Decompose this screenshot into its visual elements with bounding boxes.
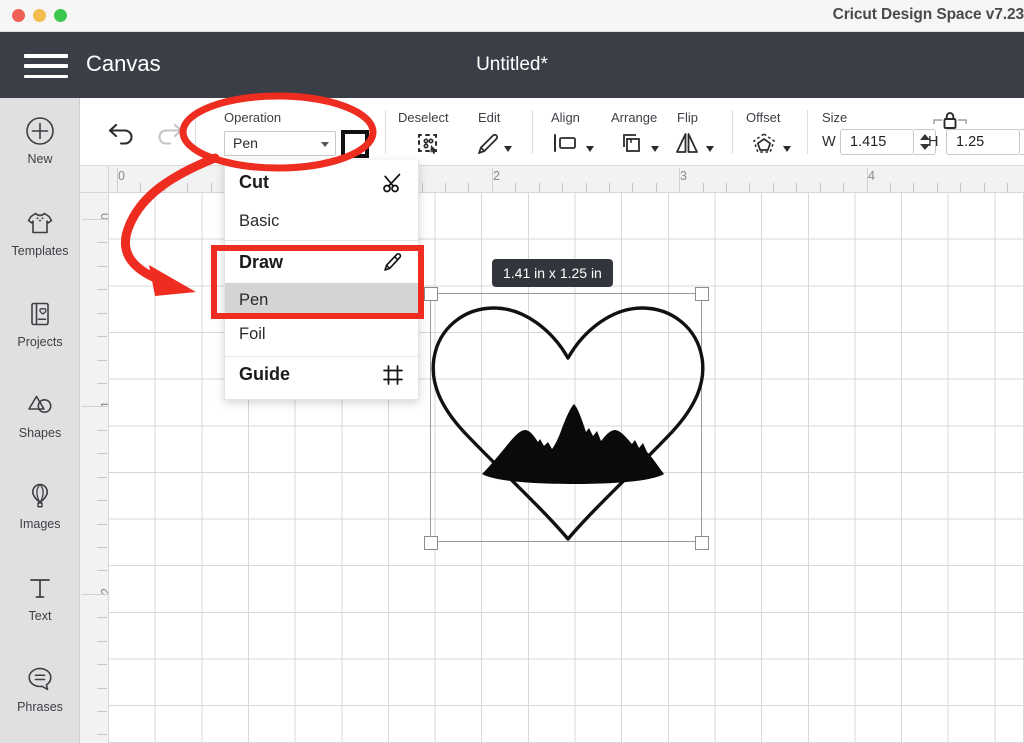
toolbar-divider [532, 110, 533, 154]
sidebar-label-text: Text [28, 609, 52, 623]
plus-circle-icon [25, 114, 55, 148]
annotation-highlight-box [211, 245, 424, 319]
menu-item-foil[interactable]: Foil [225, 317, 420, 351]
sidebar-label-shapes: Shapes [18, 426, 62, 440]
sidebar-label-phrases: Phrases [17, 700, 63, 714]
sidebar-item-projects[interactable]: Projects [0, 297, 80, 359]
hruler-label-4: 4 [868, 169, 875, 183]
sidebar-item-new[interactable]: New [0, 114, 80, 176]
app-title: Cricut Design Space v7.23 [832, 6, 1024, 23]
sidebar-item-shapes[interactable]: Shapes [0, 388, 80, 450]
width-label: W [822, 134, 836, 150]
tshirt-icon [25, 206, 55, 240]
height-input[interactable]: 1.25 [946, 129, 1020, 155]
hruler-label-3: 3 [680, 169, 687, 183]
heart-with-mountains-design[interactable] [424, 296, 712, 546]
redo-arrow-icon[interactable] [152, 120, 186, 151]
top-toolbar: Operation Pen Deselect Edit Align Arrang… [80, 98, 1024, 166]
scissors-icon [382, 172, 404, 199]
close-button[interactable] [12, 9, 25, 22]
arrange-chevron-down-icon[interactable] [651, 146, 659, 152]
sidebar-label-templates: Templates [11, 244, 69, 258]
app-header: Canvas Untitled* [0, 32, 1024, 98]
offset-label: Offset [746, 110, 781, 125]
operation-value: Pen [233, 135, 258, 151]
vertical-ruler: 0 1 2 [80, 193, 109, 743]
chevron-down-icon [321, 142, 329, 147]
left-sidebar: New Templates Projects Shapes Images Tex… [0, 98, 80, 743]
toolbar-divider [385, 110, 386, 154]
operation-color-swatch[interactable] [341, 130, 369, 158]
ruler-corner [80, 166, 109, 193]
operation-dropdown[interactable]: Pen [224, 131, 336, 156]
deselect-label: Deselect [398, 110, 449, 125]
menu-divider [225, 356, 420, 357]
arrange-label: Arrange [611, 110, 658, 125]
hot-air-balloon-icon [25, 479, 55, 513]
pencil-icon[interactable] [474, 130, 502, 163]
traffic-light-buttons [12, 9, 67, 22]
zoom-button[interactable] [54, 9, 67, 22]
align-icon[interactable] [552, 132, 582, 159]
minimize-button[interactable] [33, 9, 46, 22]
cricut-design-space-window: Cricut Design Space v7.23 Canvas Untitle… [0, 0, 1024, 743]
toolbar-divider [195, 110, 196, 154]
hruler-label-0: 0 [118, 169, 125, 183]
align-label: Align [551, 110, 580, 125]
arrange-layers-icon[interactable] [618, 129, 646, 162]
menu-divider [225, 240, 420, 241]
offset-chevron-down-icon[interactable] [783, 146, 791, 152]
edit-chevron-down-icon[interactable] [504, 146, 512, 152]
sidebar-label-new: New [27, 152, 53, 166]
sidebar-label-projects: Projects [17, 335, 63, 349]
text-t-icon [25, 571, 55, 605]
offset-pentagon-icon[interactable] [750, 129, 778, 162]
align-chevron-down-icon[interactable] [586, 146, 594, 152]
toolbar-divider [807, 110, 808, 154]
deselect-icon[interactable] [415, 130, 445, 165]
flip-label: Flip [677, 110, 698, 125]
sidebar-item-text[interactable]: Text [0, 571, 80, 633]
size-tooltip-badge: 1.41 in x 1.25 in [492, 259, 613, 287]
sidebar-label-images: Images [19, 517, 61, 531]
flip-horizontal-icon[interactable] [673, 129, 701, 162]
speech-bubble-icon [25, 662, 55, 696]
size-label: Size [822, 110, 848, 125]
window-title-bar: Cricut Design Space v7.23 [0, 0, 1024, 32]
operation-label: Operation [224, 110, 282, 125]
undo-arrow-icon[interactable] [105, 120, 139, 151]
height-stepper[interactable] [1020, 129, 1024, 155]
guide-frame-icon [382, 364, 404, 391]
sidebar-item-templates[interactable]: Templates [0, 206, 80, 268]
sidebar-item-images[interactable]: Images [0, 479, 80, 541]
sidebar-item-phrases[interactable]: Phrases [0, 662, 80, 724]
menu-item-basic[interactable]: Basic [225, 204, 420, 238]
width-input[interactable]: 1.415 [840, 129, 914, 155]
edit-label: Edit [478, 110, 501, 125]
card-heart-icon [25, 297, 55, 331]
height-label: H [928, 134, 939, 150]
toolbar-divider [732, 110, 733, 154]
menu-group-header-cut: Cut [239, 172, 269, 192]
flip-chevron-down-icon[interactable] [706, 146, 714, 152]
menu-group-header-guide: Guide [239, 364, 291, 384]
document-title[interactable]: Untitled* [0, 54, 1024, 76]
shapes-icon [25, 388, 55, 422]
hruler-label-2: 2 [493, 169, 500, 183]
